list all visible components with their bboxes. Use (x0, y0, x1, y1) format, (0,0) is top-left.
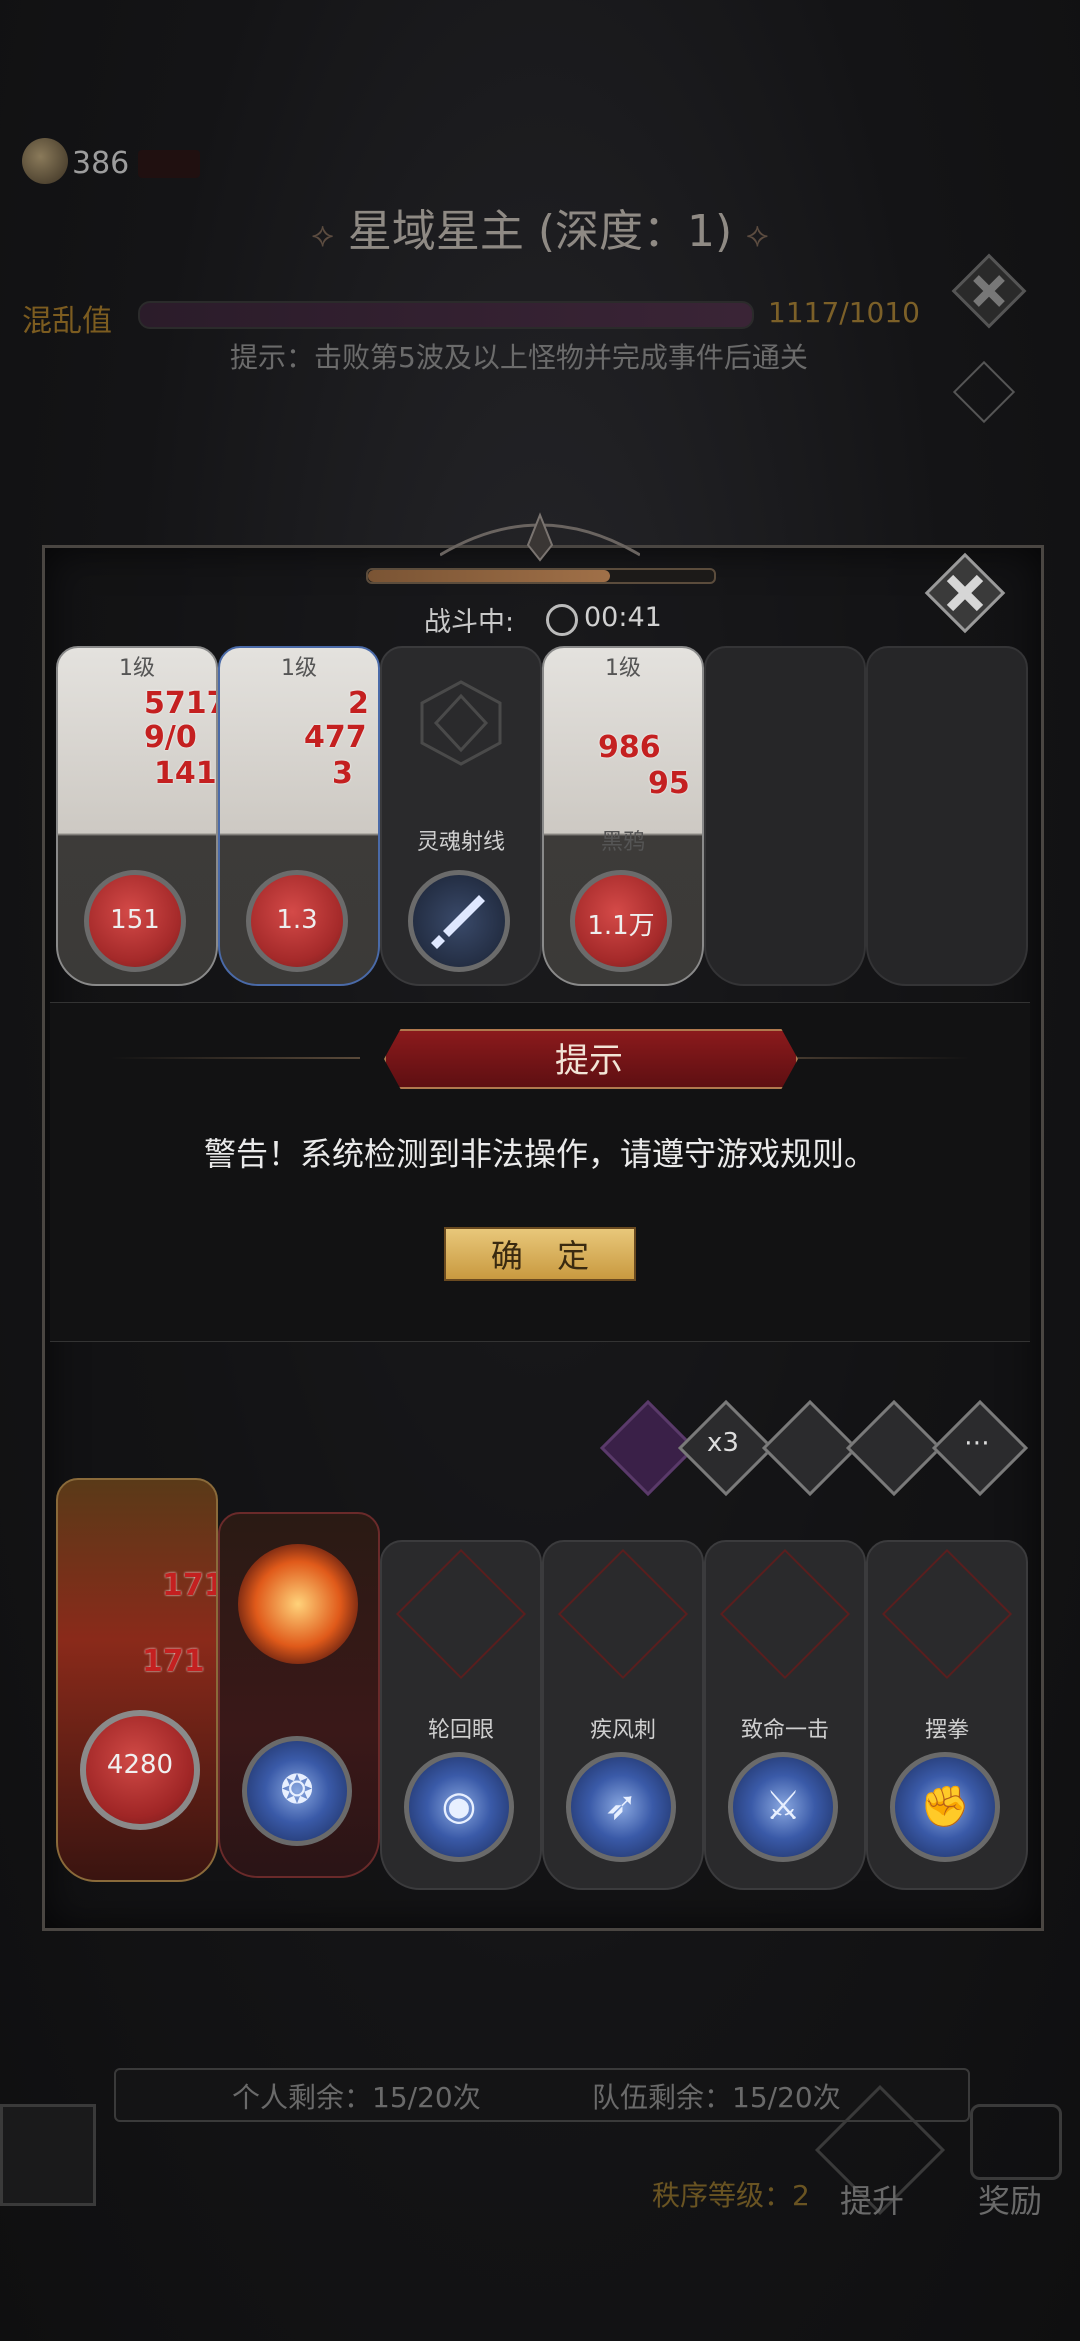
skill-card-critical-strike[interactable]: 致命一击 ⚔ (704, 1540, 866, 1890)
unit-hp-orb: 1.1万 (570, 870, 672, 972)
treasure-chest-icon[interactable] (970, 2104, 1062, 2180)
team-remaining: 队伍剩余：15/20次 (592, 2081, 841, 2114)
speed-x3-label: x3 (707, 1428, 739, 1458)
timer-icon (546, 604, 578, 636)
crit-strike-icon[interactable]: ⚔ (728, 1752, 838, 1862)
crit-strike-glyph-icon: ⚔ (765, 1783, 801, 1829)
eye-glyph-icon: ◉ (441, 1783, 477, 1829)
skill-name: 轮回眼 (427, 1718, 494, 1743)
empty-unit-slot (866, 646, 1028, 986)
unit-level: 1级 (605, 656, 641, 681)
hero-hp-value: 4280 (106, 1750, 174, 1780)
damage-number: 5717 (144, 686, 216, 721)
skill-card-fire[interactable]: ❂ (218, 1512, 380, 1878)
battle-timer: 00:41 (584, 602, 662, 633)
crest-icon (395, 1548, 527, 1680)
unit-level: 1级 (119, 656, 155, 681)
unit-hp-orb: 1.3 (246, 870, 348, 972)
fireball-icon (238, 1544, 358, 1664)
crest-icon (557, 1548, 689, 1680)
unit-hp-value: 1.3 (276, 905, 318, 935)
unit-hp-orb: 151 (84, 870, 186, 972)
damage-number: 986 (598, 730, 661, 765)
currency-bar (138, 150, 200, 178)
damage-number: 141 (154, 756, 217, 791)
confirm-button[interactable]: 确 定 (444, 1227, 636, 1281)
fist-icon[interactable]: ✊ (890, 1752, 1000, 1862)
unit-card-1[interactable]: 1级 151 5717 9/0 141 (56, 646, 218, 986)
wind-blade-glyph-icon: ➶ (604, 1783, 638, 1829)
skill-card-swing-punch[interactable]: 摆拳 ✊ (866, 1540, 1028, 1890)
frame-crest-icon (440, 512, 640, 562)
wave-progress-fill (368, 570, 611, 582)
skill-name: 致命一击 (740, 1718, 829, 1743)
skill-name: 疾风刺 (589, 1718, 656, 1743)
damage-number: 171 (142, 1644, 205, 1679)
upgrade-button[interactable]: 提升 (840, 2176, 904, 2222)
eye-icon[interactable]: ◉ (404, 1752, 514, 1862)
dialog-message: 警告！系统检测到非法操作，请遵守游戏规则。 (203, 1135, 876, 1173)
skill-card-reincarnation-eye[interactable]: 轮回眼 ◉ (380, 1540, 542, 1890)
chaos-value: 1117/1010 (768, 296, 920, 329)
unit-hp-value: 151 (110, 905, 160, 935)
empty-unit-slot (704, 646, 866, 986)
wind-blade-icon[interactable]: ➶ (566, 1752, 676, 1862)
skill-card-gale-thrust[interactable]: 疾风刺 ➶ (542, 1540, 704, 1890)
chaos-progress-bar (138, 301, 754, 329)
hex-sigil-icon (420, 680, 502, 766)
unit-name: 黑鸦 (600, 830, 645, 855)
damage-number: 95 (648, 766, 690, 801)
unit-card-2[interactable]: 1级 1.3 2 477 3 (218, 646, 380, 986)
currency-icon (22, 138, 68, 184)
title-left-ornament-icon: ⟡ (311, 215, 334, 255)
title-right-ornament-icon: ⟡ (746, 215, 769, 255)
damage-number: 9/0 (144, 720, 197, 755)
skill-name: 摆拳 (924, 1718, 969, 1743)
dialog-title: 提示 (555, 1041, 623, 1081)
unit-hp-value: 1.1万 (587, 911, 655, 941)
reward-button[interactable]: 奖励 (978, 2176, 1042, 2222)
back-arrow-icon[interactable] (0, 2104, 96, 2206)
close-battle-icon[interactable] (922, 550, 1008, 636)
personal-remaining: 个人剩余：15/20次 (232, 2081, 481, 2114)
clear-condition-tip: 提示：击败第5波及以上怪物并完成事件后通关 (230, 341, 808, 374)
crest-icon (881, 1548, 1013, 1680)
currency-value: 386 (72, 146, 130, 181)
unit-card-3[interactable]: 灵魂射线 (380, 646, 542, 986)
chat-dots-icon: ⋯ (964, 1428, 990, 1458)
damage-number: 2 (348, 686, 369, 721)
chaos-label: 混乱值 (22, 304, 112, 339)
divider (110, 1057, 360, 1059)
sword-icon[interactable] (408, 870, 510, 972)
battle-status: 战斗中: (424, 607, 515, 638)
unit-name: 灵魂射线 (416, 830, 505, 855)
fist-glyph-icon: ✊ (920, 1784, 970, 1830)
damage-number: 171 (162, 1568, 216, 1603)
order-level: 秩序等级：2 (652, 2179, 810, 2212)
damage-number: 477 (304, 720, 367, 755)
vortex-glyph-icon: ❂ (280, 1767, 314, 1813)
unit-level: 1级 (281, 656, 317, 681)
damage-number: 3 (332, 756, 353, 791)
page-title-text: 星域星主 (深度：1) (347, 206, 733, 257)
vortex-icon[interactable]: ❂ (242, 1736, 352, 1846)
crest-icon (719, 1548, 851, 1680)
warning-dialog: 提示 警告！系统检测到非法操作，请遵守游戏规则。 确 定 (50, 1002, 1030, 1342)
close-icon[interactable] (950, 252, 1028, 330)
page-title: ⟡ 星域星主 (深度：1) ⟡ (0, 195, 1080, 259)
wave-progress-bar (366, 568, 716, 584)
unit-card-4[interactable]: 1级 986 95 黑鸦 1.1万 (542, 646, 704, 986)
